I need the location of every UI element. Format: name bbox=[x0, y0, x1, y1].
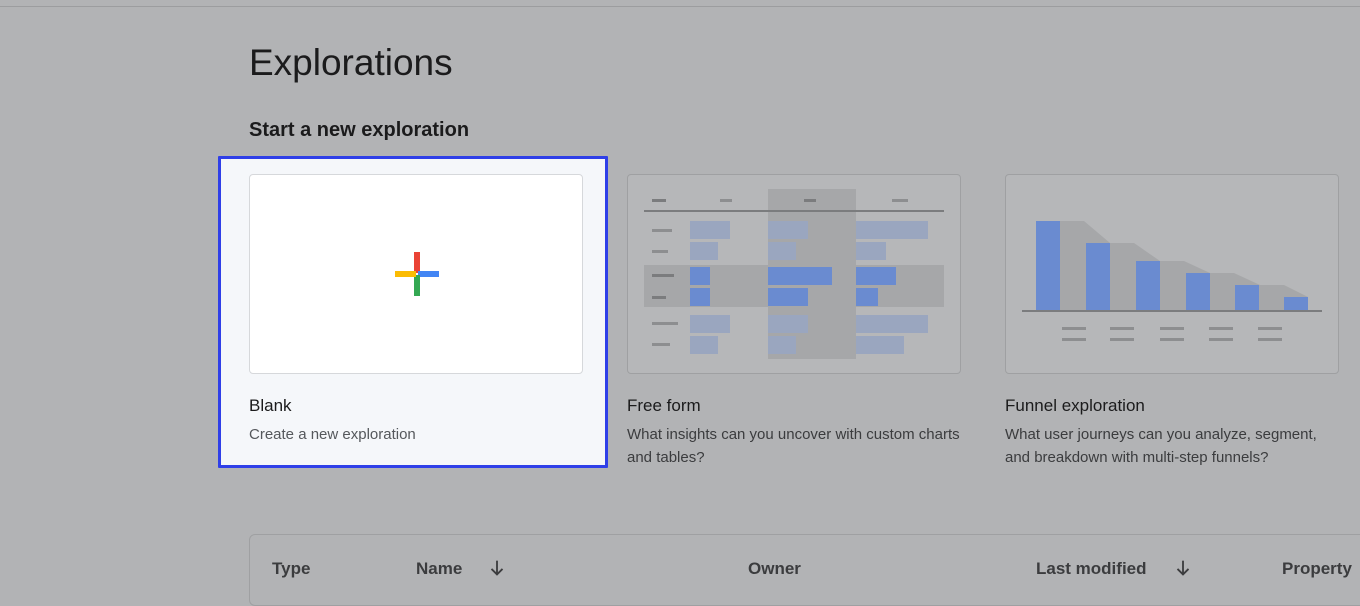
arrow-down-icon[interactable] bbox=[1172, 557, 1194, 579]
template-name: Funnel exploration bbox=[1005, 396, 1145, 415]
plus-icon bbox=[395, 252, 439, 296]
template-description: Create a new exploration bbox=[249, 426, 416, 443]
template-name: Free form bbox=[627, 396, 701, 415]
funnel-chart-preview-icon bbox=[1022, 221, 1322, 341]
template-description: What user journeys can you analyze, segm… bbox=[1005, 426, 1317, 466]
page-title: Explorations bbox=[249, 42, 453, 83]
template-card-blank[interactable]: Blank Create a new exploration bbox=[249, 174, 583, 443]
arrow-down-icon[interactable] bbox=[486, 557, 508, 579]
column-header-type[interactable]: Type bbox=[272, 558, 310, 580]
column-header-name[interactable]: Name bbox=[416, 558, 462, 580]
column-header-property[interactable]: Property bbox=[1282, 558, 1352, 580]
template-card-funnel-exploration[interactable]: Funnel exploration What user journeys ca… bbox=[1005, 174, 1339, 466]
template-card-free-form[interactable]: Free form What insights can you uncover … bbox=[627, 174, 961, 466]
template-description: What insights can you uncover with custo… bbox=[627, 426, 960, 466]
template-thumbnail-funnel[interactable] bbox=[1005, 174, 1339, 374]
template-thumbnail-free-form[interactable] bbox=[627, 174, 961, 374]
table-preview-icon bbox=[644, 189, 944, 359]
section-heading: Start a new exploration bbox=[249, 119, 470, 141]
column-header-last-modified[interactable]: Last modified bbox=[1036, 558, 1147, 580]
column-header-owner[interactable]: Owner bbox=[748, 558, 801, 580]
explorations-table-header: Type Name Owner Last modified Property bbox=[249, 534, 1360, 606]
template-name: Blank bbox=[249, 396, 292, 415]
template-thumbnail-blank[interactable] bbox=[249, 174, 583, 374]
top-divider bbox=[0, 6, 1360, 7]
